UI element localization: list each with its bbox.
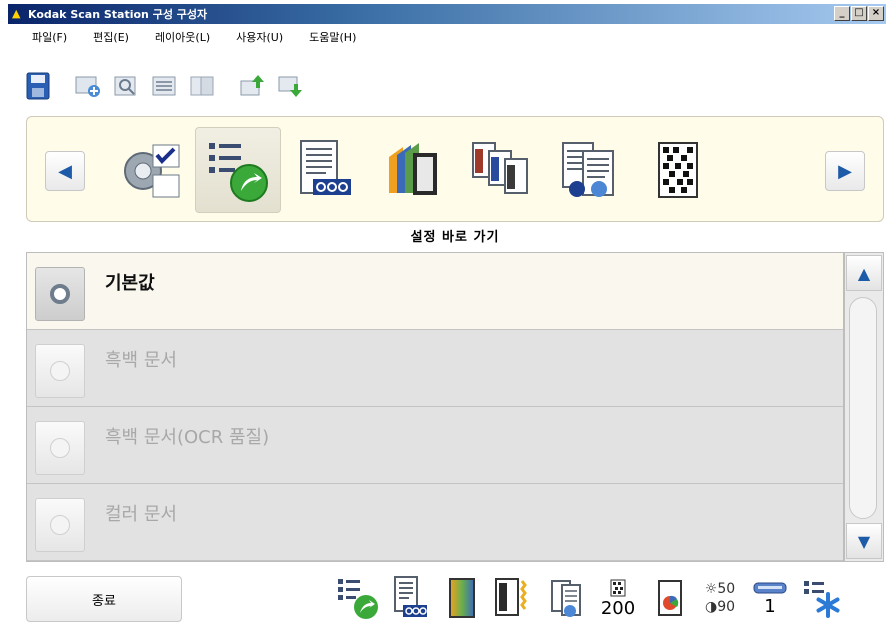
minimize-button[interactable]: _ — [834, 6, 850, 21]
duplex-pages-icon — [562, 142, 614, 197]
ribbon-barcode-options[interactable] — [635, 127, 721, 213]
shortcut-list: 기본값 흑백 문서 흑백 문서(OCR 품질) 컬러 문서 — [26, 252, 844, 562]
window-title: Kodak Scan Station 구성 구성자 — [28, 8, 208, 21]
menu-bar: 파일(F) 편집(E) 레이아웃(L) 사용자(U) 도움말(H) — [8, 26, 886, 48]
new-setting-button[interactable] — [72, 70, 104, 102]
scanner-icon — [753, 582, 787, 593]
brightness-value: 50 — [717, 581, 736, 597]
ribbon-configure-settings[interactable] — [107, 127, 193, 213]
preview-button[interactable] — [110, 70, 142, 102]
download-button[interactable] — [274, 70, 306, 102]
arrow-left-icon: ◀ — [58, 160, 72, 182]
radio-button[interactable] — [35, 267, 85, 321]
brightness-icon: ☼ — [704, 581, 718, 597]
image-adjust-icon — [658, 580, 682, 616]
document-ooo-icon — [394, 576, 427, 617]
shortcut-list-icon — [338, 579, 378, 619]
jpg-file-icon — [495, 578, 527, 616]
pages-icon — [190, 76, 214, 96]
status-document[interactable] — [388, 572, 432, 624]
exit-button[interactable]: 종료 — [26, 576, 182, 622]
status-shortcut[interactable] — [336, 572, 380, 624]
settings-ribbon: ◀ ▶ — [26, 116, 884, 222]
gear-settings-icon — [124, 144, 180, 198]
barcode-icon — [658, 142, 698, 198]
list-item[interactable]: 흑백 문서 — [27, 330, 843, 407]
contrast-icon: ◑ — [704, 599, 718, 615]
scroll-thumb[interactable] — [849, 297, 877, 519]
menu-layout[interactable]: 레이아웃(L) — [155, 29, 210, 45]
ribbon-duplex-options[interactable] — [547, 127, 633, 213]
status-resolution[interactable]: 200 — [596, 572, 640, 624]
ribbon-next-button[interactable]: ▶ — [825, 151, 865, 191]
scrollbar[interactable]: ▲ ▼ — [844, 252, 884, 562]
resolution-value: 200 — [600, 597, 636, 619]
file-format-icon — [472, 142, 528, 194]
toolbar — [22, 66, 306, 106]
status-scanner[interactable]: 1 — [748, 572, 792, 624]
pages-button[interactable] — [186, 70, 218, 102]
upload-button[interactable] — [236, 70, 268, 102]
radio-dot — [50, 515, 70, 535]
ribbon-color-options[interactable] — [371, 127, 457, 213]
scroll-up-button[interactable]: ▲ — [846, 255, 882, 291]
radio-button[interactable] — [35, 421, 85, 475]
status-settings[interactable] — [800, 572, 844, 624]
ribbon-file-format[interactable] — [459, 127, 545, 213]
contrast-value: 90 — [717, 599, 736, 615]
maximize-button[interactable]: □ — [851, 6, 867, 21]
radio-dot — [50, 361, 70, 381]
ribbon-shortcuts[interactable] — [195, 127, 281, 213]
download-icon — [278, 76, 302, 97]
kodak-app-icon: ▲ — [12, 7, 21, 20]
new-document-icon — [75, 76, 100, 97]
status-image-adjust[interactable] — [648, 572, 692, 624]
list-item[interactable]: 흑백 문서(OCR 품질) — [27, 407, 843, 484]
list-item-label: 흑백 문서 — [105, 350, 177, 371]
ribbon-prev-button[interactable]: ◀ — [45, 151, 85, 191]
document-ooo-icon — [300, 140, 351, 195]
list-icon — [152, 76, 176, 96]
status-jpg[interactable] — [492, 572, 536, 624]
menu-help[interactable]: 도움말(H) — [309, 29, 356, 45]
menu-user[interactable]: 사용자(U) — [236, 29, 283, 45]
arrow-up-icon: ▲ — [857, 263, 871, 283]
section-title: 설정 바로 가기 — [410, 230, 500, 245]
preview-icon — [114, 76, 136, 96]
upload-icon — [240, 75, 264, 96]
status-duplex[interactable] — [544, 572, 588, 624]
radio-button[interactable] — [35, 498, 85, 552]
menu-edit[interactable]: 편집(E) — [93, 29, 129, 45]
color-gradient-icon — [449, 578, 475, 618]
list-item-label: 컬러 문서 — [105, 504, 177, 525]
arrow-down-icon: ▼ — [857, 531, 871, 551]
status-color[interactable] — [440, 572, 484, 624]
ribbon-document-options[interactable] — [283, 127, 369, 213]
status-bar: 200 ☼50 ◑90 1 — [336, 570, 844, 626]
list-item[interactable]: 기본값 — [27, 253, 843, 330]
list-item-label: 기본값 — [105, 273, 155, 294]
resolution-icon — [610, 579, 626, 596]
save-button[interactable] — [22, 70, 54, 102]
radio-button[interactable] — [35, 344, 85, 398]
snowflake-settings-icon — [804, 581, 840, 618]
close-window-button[interactable]: × — [868, 6, 884, 21]
list-item-label: 흑백 문서(OCR 품질) — [105, 427, 270, 448]
scroll-down-button[interactable]: ▼ — [846, 523, 882, 559]
shortcut-list-icon — [209, 143, 268, 202]
radio-dot — [50, 284, 70, 304]
list-view-button[interactable] — [148, 70, 180, 102]
radio-dot — [50, 438, 70, 458]
save-icon — [26, 72, 50, 100]
status-brightness-contrast[interactable]: ☼50 ◑90 — [700, 572, 740, 624]
title-bar: ▲ Kodak Scan Station 구성 구성자 _ □ × — [8, 4, 886, 24]
arrow-right-icon: ▶ — [838, 160, 852, 182]
color-pages-icon — [389, 143, 437, 195]
count-value: 1 — [764, 595, 776, 617]
list-item[interactable]: 컬러 문서 — [27, 484, 843, 561]
menu-file[interactable]: 파일(F) — [32, 29, 67, 45]
duplex-pages-icon — [551, 580, 581, 617]
